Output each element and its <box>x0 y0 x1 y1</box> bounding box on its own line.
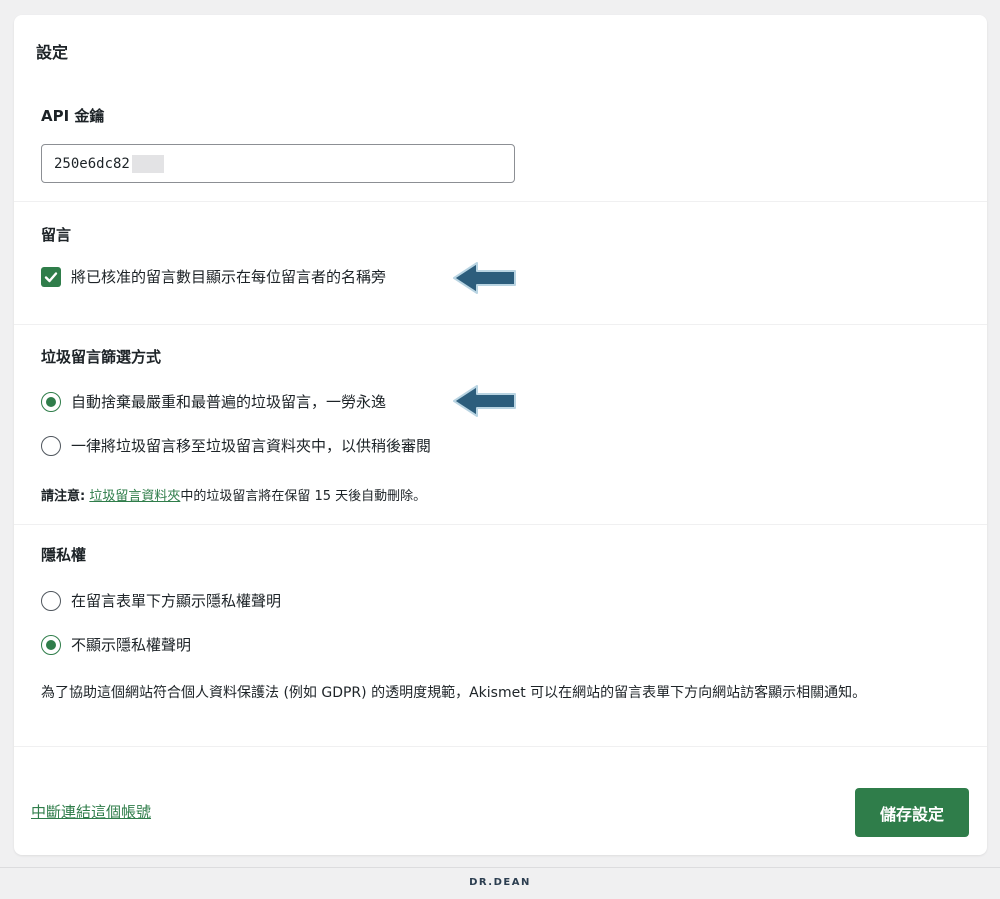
settings-card: 設定 API 金鑰 250e6dc82 留言 將已核准的留言數目顯示在每位留言者… <box>14 15 987 855</box>
spam-section-title: 垃圾留言篩選方式 <box>41 348 162 366</box>
privacy-option-hide[interactable]: 不顯示隱私權聲明 <box>41 634 191 655</box>
spam-option-folder[interactable]: 一律將垃圾留言移至垃圾留言資料夾中，以供稍後審閱 <box>41 435 431 456</box>
spam-option-discard[interactable]: 自動捨棄最嚴重和最普遍的垃圾留言，一勞永逸 <box>41 391 386 412</box>
privacy-show-radio[interactable] <box>41 590 61 611</box>
page-title: 設定 <box>36 43 69 62</box>
arrow-pointer-icon <box>453 385 516 417</box>
api-key-value: 250e6dc82 <box>54 155 130 172</box>
divider <box>14 746 987 747</box>
watermark-logo: DR.DEAN <box>469 877 531 888</box>
api-key-input[interactable]: 250e6dc82 <box>41 144 515 183</box>
show-count-checkbox[interactable] <box>41 266 61 287</box>
masked-key-portion <box>131 154 164 173</box>
privacy-show-label: 在留言表單下方顯示隱私權聲明 <box>71 592 282 610</box>
save-settings-button[interactable]: 儲存設定 <box>855 788 969 837</box>
divider <box>14 524 987 525</box>
show-count-label: 將已核准的留言數目顯示在每位留言者的名稱旁 <box>71 268 387 286</box>
spam-note: 請注意: 垃圾留言資料夾中的垃圾留言將在保留 15 天後自動刪除。 <box>41 485 426 504</box>
privacy-note: 為了協助這個網站符合個人資料保護法 (例如 GDPR) 的透明度規範，Akism… <box>41 685 867 701</box>
api-key-label: API 金鑰 <box>41 107 105 125</box>
arrow-pointer-icon <box>453 262 516 294</box>
privacy-option-show[interactable]: 在留言表單下方顯示隱私權聲明 <box>41 590 281 611</box>
privacy-hide-radio[interactable] <box>41 634 61 655</box>
comments-section-title: 留言 <box>41 226 72 244</box>
discard-radio[interactable] <box>41 391 61 412</box>
disconnect-account-link[interactable]: 中斷連結這個帳號 <box>31 801 151 822</box>
privacy-hide-label: 不顯示隱私權聲明 <box>71 636 192 654</box>
folder-radio[interactable] <box>41 435 61 456</box>
show-count-option[interactable]: 將已核准的留言數目顯示在每位留言者的名稱旁 <box>41 266 386 287</box>
spam-folder-link[interactable]: 垃圾留言資料夾 <box>89 489 180 504</box>
note-prefix: 請注意: <box>41 489 86 504</box>
divider <box>14 324 987 325</box>
divider <box>14 201 987 202</box>
note-suffix: 中的垃圾留言將在保留 15 天後自動刪除。 <box>180 489 427 504</box>
discard-label: 自動捨棄最嚴重和最普遍的垃圾留言，一勞永逸 <box>71 393 387 411</box>
footer-divider <box>0 867 1000 868</box>
privacy-section-title: 隱私權 <box>41 546 87 564</box>
checkmark-icon <box>44 271 58 282</box>
folder-label: 一律將垃圾留言移至垃圾留言資料夾中，以供稍後審閱 <box>71 437 432 455</box>
